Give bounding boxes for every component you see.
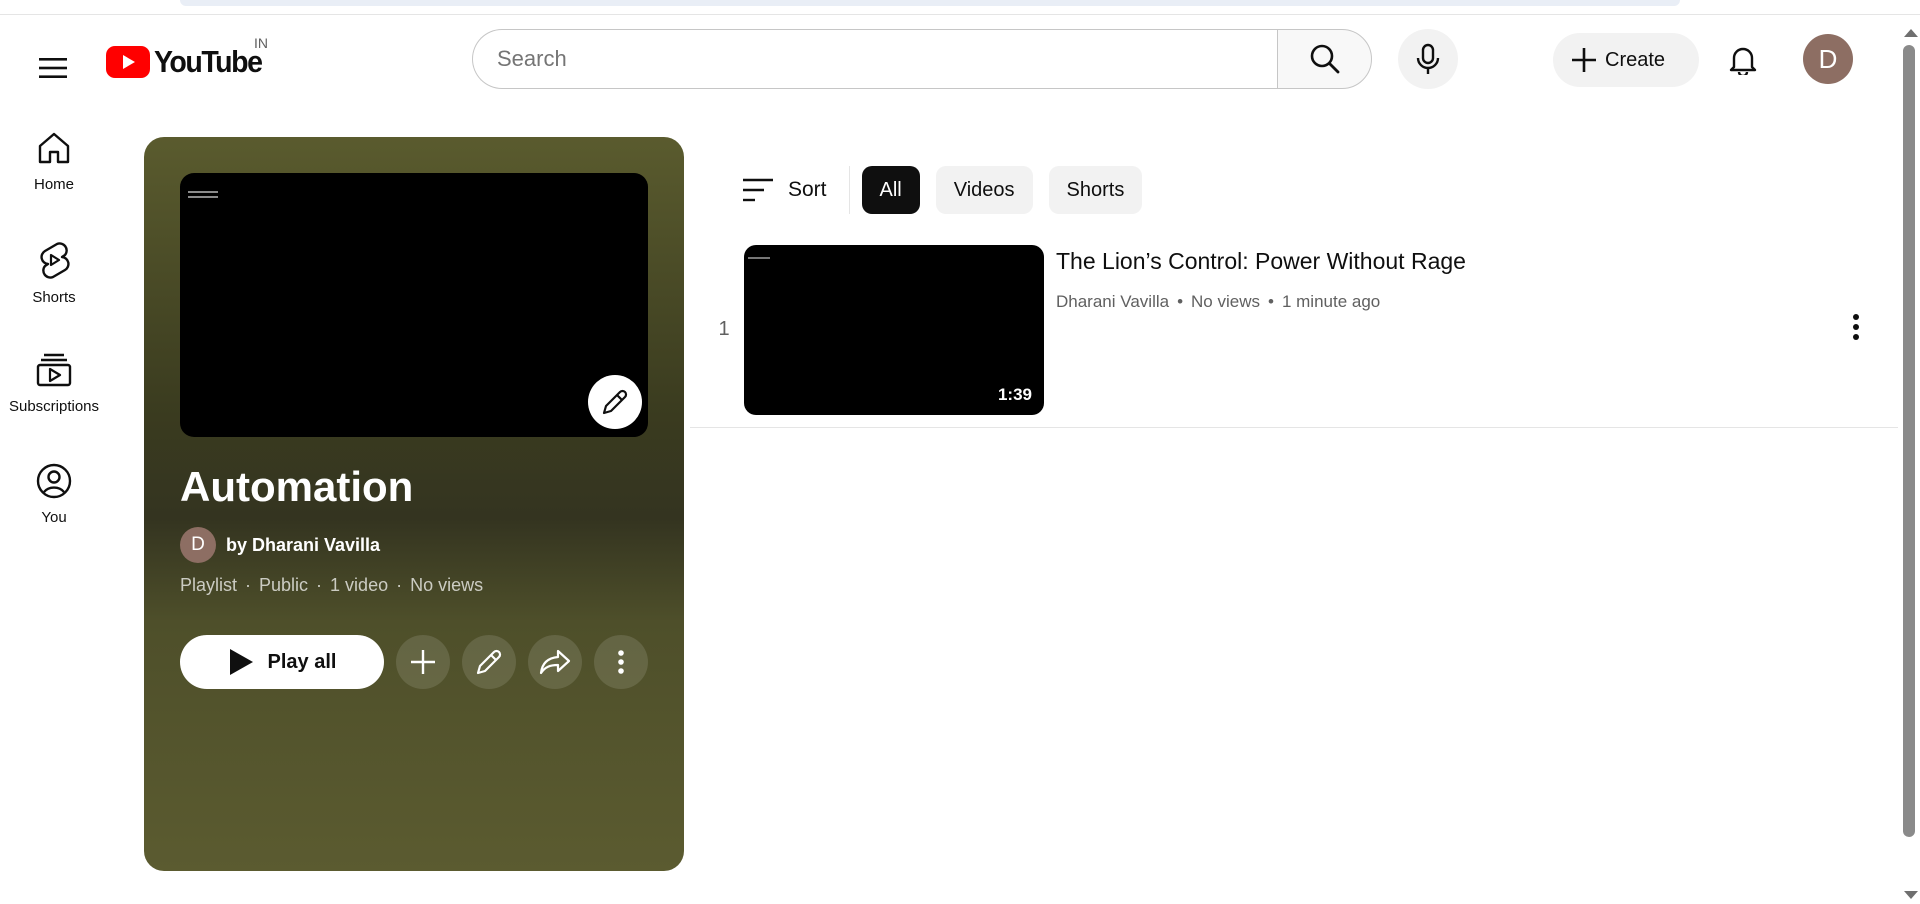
meta-separator: · bbox=[316, 575, 323, 595]
playlist-thumbnail[interactable] bbox=[180, 173, 648, 437]
playlist-meta: Playlist · Public · 1 video · No views bbox=[180, 575, 483, 596]
youtube-logo[interactable]: YouTube bbox=[106, 37, 271, 87]
pencil-icon bbox=[602, 389, 628, 415]
playlist-video-count: 1 video bbox=[330, 575, 389, 595]
sidebar-item-label: Subscriptions bbox=[8, 398, 100, 415]
playlist-header-panel: Automation D by Dharani Vavilla Playlist… bbox=[144, 137, 684, 871]
video-menu-button[interactable] bbox=[1832, 303, 1880, 351]
menu-icon[interactable] bbox=[28, 43, 78, 93]
scrollbar-thumb[interactable] bbox=[1903, 45, 1915, 837]
filter-bar: Sort All Videos Shorts bbox=[742, 166, 1143, 214]
more-vert-icon bbox=[618, 650, 624, 674]
video-title[interactable]: The Lion’s Control: Power Without Rage bbox=[1056, 248, 1466, 275]
sidebar-item-subscriptions[interactable]: Subscriptions bbox=[0, 334, 108, 445]
meta-separator: • bbox=[1268, 292, 1274, 311]
chip-all[interactable]: All bbox=[861, 166, 920, 214]
thumbnail-caption-line bbox=[748, 257, 770, 259]
add-videos-button[interactable] bbox=[396, 635, 450, 689]
logo-text: YouTube bbox=[154, 44, 263, 79]
owner-name[interactable]: by Dharani Vavilla bbox=[226, 535, 380, 556]
meta-separator: · bbox=[245, 575, 252, 595]
video-index: 1 bbox=[718, 318, 730, 340]
bell-icon bbox=[1729, 47, 1757, 75]
play-all-button[interactable]: Play all bbox=[180, 635, 384, 689]
scroll-up-arrow-icon[interactable] bbox=[1904, 29, 1918, 37]
video-age: 1 minute ago bbox=[1281, 292, 1381, 311]
plus-icon bbox=[411, 650, 435, 674]
search-icon bbox=[1310, 44, 1339, 74]
voice-search-button[interactable] bbox=[1398, 29, 1458, 89]
playlist-title: Automation bbox=[180, 463, 414, 510]
sidebar-item-you[interactable]: You bbox=[0, 445, 108, 556]
create-label: Create bbox=[1605, 48, 1666, 71]
plus-icon bbox=[1572, 48, 1596, 72]
page-scrollbar[interactable] bbox=[1898, 15, 1920, 904]
thumbnail-caption-line bbox=[188, 191, 218, 193]
chip-shorts[interactable]: Shorts bbox=[1048, 166, 1143, 214]
account-avatar[interactable]: D bbox=[1803, 34, 1853, 84]
play-all-label: Play all bbox=[267, 650, 337, 673]
meta-separator: • bbox=[1177, 292, 1184, 311]
sidebar-item-label: Home bbox=[33, 176, 74, 193]
sidebar-item-label: Shorts bbox=[32, 289, 76, 306]
create-button[interactable]: Create bbox=[1553, 33, 1699, 87]
playlist-owner[interactable]: D by Dharani Vavilla bbox=[180, 527, 380, 563]
microphone-icon bbox=[1416, 43, 1440, 74]
pencil-icon bbox=[476, 649, 502, 675]
sidebar: Home Shorts Subscriptions You bbox=[0, 112, 108, 556]
sort-icon bbox=[743, 178, 773, 202]
youtube-play-logo-icon bbox=[106, 46, 150, 78]
thumbnail-caption-line bbox=[188, 196, 218, 198]
playlist-views: No views bbox=[410, 575, 484, 595]
sort-label: Sort bbox=[788, 178, 827, 201]
notifications-button[interactable] bbox=[1716, 33, 1770, 87]
share-button[interactable] bbox=[528, 635, 582, 689]
more-actions-button[interactable] bbox=[594, 635, 648, 689]
video-thumbnail[interactable]: 1:39 bbox=[744, 245, 1044, 415]
play-icon bbox=[229, 649, 253, 675]
sidebar-item-home[interactable]: Home bbox=[0, 112, 108, 223]
search-box[interactable] bbox=[472, 29, 1278, 89]
sort-button[interactable]: Sort bbox=[742, 166, 850, 214]
search-button[interactable] bbox=[1277, 29, 1372, 89]
playlist-privacy[interactable]: Public bbox=[259, 575, 308, 596]
scroll-down-arrow-icon[interactable] bbox=[1904, 891, 1918, 899]
more-vert-icon bbox=[1853, 314, 1859, 340]
edit-thumbnail-button[interactable] bbox=[588, 375, 642, 429]
video-channel[interactable]: Dharani Vavilla bbox=[1056, 292, 1169, 312]
playlist-actions: Play all bbox=[180, 635, 648, 689]
sidebar-item-shorts[interactable]: Shorts bbox=[0, 223, 108, 334]
playlist-type: Playlist bbox=[180, 575, 238, 595]
search-input[interactable] bbox=[497, 46, 1278, 72]
share-icon bbox=[539, 649, 571, 675]
video-views: No views bbox=[1191, 292, 1260, 311]
video-duration: 1:39 bbox=[997, 385, 1032, 404]
owner-avatar[interactable]: D bbox=[180, 527, 216, 563]
you-icon bbox=[36, 463, 72, 499]
video-meta: Dharani Vavilla • No views • 1 minute ag… bbox=[1056, 292, 1380, 312]
meta-separator: · bbox=[396, 575, 403, 595]
playlist-video-row[interactable]: 1 1:39 The Lion’s Control: Power Without… bbox=[690, 240, 1898, 428]
chip-videos[interactable]: Videos bbox=[935, 166, 1033, 214]
edit-playlist-button[interactable] bbox=[462, 635, 516, 689]
home-icon bbox=[38, 132, 70, 164]
sidebar-item-label: You bbox=[41, 509, 67, 526]
browser-top-strip bbox=[180, 0, 1680, 6]
subscriptions-icon bbox=[36, 353, 72, 387]
country-code: IN bbox=[254, 35, 268, 51]
shorts-icon bbox=[40, 242, 70, 279]
masthead: YouTube IN Create D bbox=[0, 15, 1898, 103]
